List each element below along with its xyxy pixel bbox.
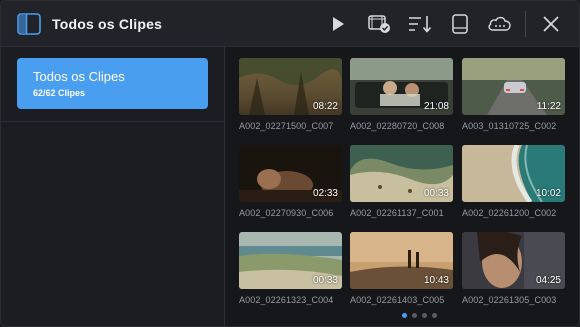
collection-name: Todos os Clipes [33,69,125,84]
clip-item[interactable]: 10:02 A002_02261200_C002 [462,145,566,218]
page-dot[interactable] [402,313,407,318]
clip-name: A002_02270930_C006 [239,208,334,218]
clip-item[interactable]: 04:25 A002_02261305_C003 [462,232,566,305]
clip-thumbnail: 10:43 [350,232,453,289]
clip-duration: 00:33 [423,188,449,199]
clip-item[interactable]: 02:33 A002_02270930_C006 [239,145,343,218]
cloud-button[interactable] [485,10,515,38]
clip-name: A002_02261200_C002 [462,208,557,218]
clip-duration: 11:22 [536,101,561,112]
clip-name: A002_02280720_C008 [350,121,445,131]
clip-duration: 04:25 [535,275,561,286]
clip-item[interactable]: 00:33 A002_02261137_C001 [350,145,454,218]
storage-icon [452,14,468,34]
clip-name: A002_02261137_C001 [350,208,444,218]
clip-duration: 10:43 [423,275,449,286]
clip-thumbnail: 00:33 [239,232,342,289]
clip-name: A002_02261403_C005 [350,295,445,305]
clip-item[interactable]: 08:22 A002_02271500_C007 [239,58,343,131]
clip-thumbnail: 02:33 [239,145,342,202]
sort-button[interactable] [405,10,435,38]
storage-button[interactable] [445,10,475,38]
close-button[interactable] [536,10,566,38]
collection-all-clips[interactable]: Todos os Clipes 62/62 Clipes [17,58,208,109]
page-dot[interactable] [412,313,417,318]
clip-name: A003_01310725_C002 [462,121,557,131]
page-title: Todos os Clipes [52,16,163,32]
sort-icon [409,16,432,33]
clip-grid: 08:22 A002_02271500_C007 21:08 A002_022807… [226,47,579,326]
clip-item[interactable]: 21:08 A002_02280720_C008 [350,58,454,131]
page-indicator [402,313,437,318]
cloud-icon [488,16,511,31]
clip-duration: 08:22 [312,101,338,112]
close-icon [543,16,559,32]
sidebar-divider [1,121,225,122]
header-bar: Todos os Clipes [1,1,579,47]
play-icon [333,17,344,31]
clip-thumbnail: 21:08 [350,58,453,115]
play-button[interactable] [323,10,353,38]
clip-duration: 00:33 [312,275,338,286]
clip-thumbnail: 10:02 [462,145,565,202]
clip-name: A002_02261323_C004 [239,295,334,305]
clip-name: A002_02271500_C007 [239,121,334,131]
clip-item[interactable]: 10:43 A002_02261403_C005 [350,232,454,305]
clip-thumbnail: 08:22 [239,58,342,115]
clip-thumbnail: 00:33 [350,145,453,202]
clip-duration: 10:02 [535,188,561,199]
clip-check-icon [368,15,390,33]
clip-status-button[interactable] [364,10,394,38]
clip-name: A002_02261305_C003 [462,295,557,305]
clip-duration: 21:08 [423,101,449,112]
clip-browser-window: Todos os Clipes Todos os Clipes 62/62 Cl… [0,0,580,327]
sidebar-toggle-icon[interactable] [17,13,41,35]
clip-item[interactable]: 11:22 A003_01310725_C002 [462,58,566,131]
collection-count: 62/62 Clipes [33,88,86,98]
page-dot[interactable] [432,313,437,318]
page-dot[interactable] [422,313,427,318]
clip-thumbnail: 11:22 [462,58,565,115]
sidebar: Todos os Clipes 62/62 Clipes [1,47,225,326]
clip-thumbnail: 04:25 [462,232,565,289]
clip-item[interactable]: 00:33 A002_02261323_C004 [239,232,343,305]
clip-duration: 02:33 [312,188,338,199]
header-divider [525,11,526,37]
